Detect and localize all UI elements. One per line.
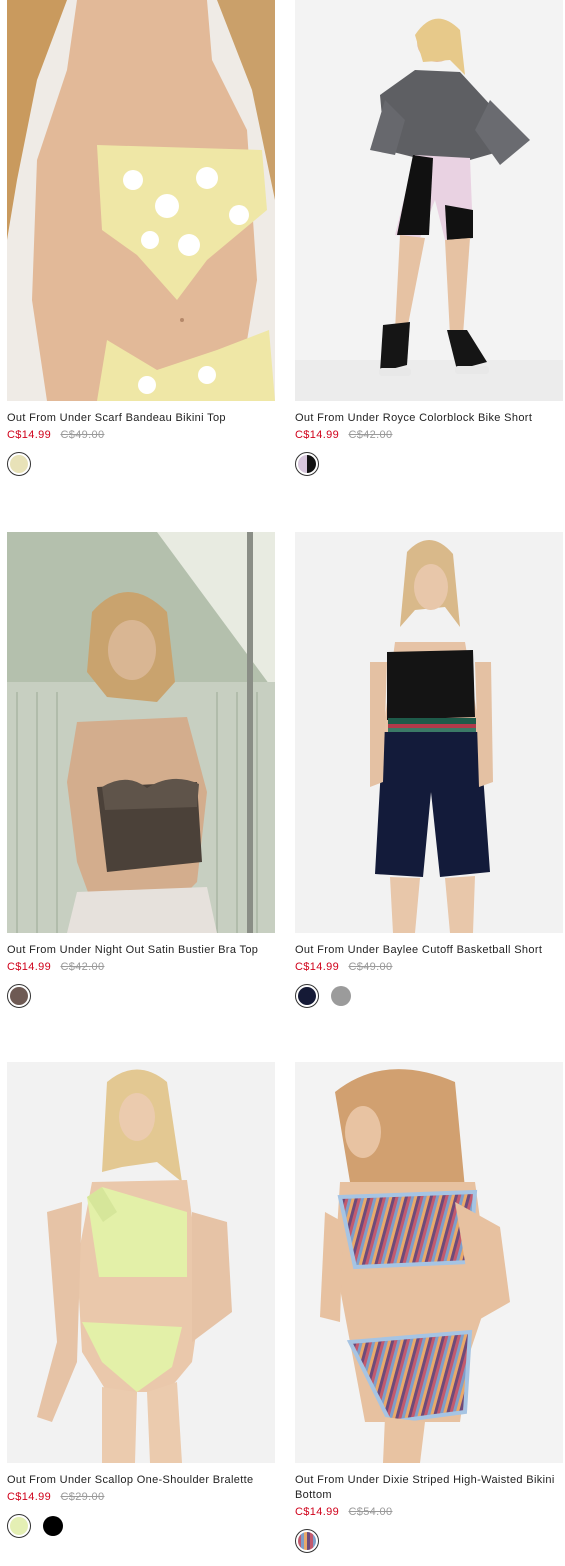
color-swatches	[295, 1528, 563, 1554]
price-row: C$14.99 C$49.00	[7, 428, 275, 442]
color-swatches	[7, 1513, 275, 1539]
sale-price: C$14.99	[295, 429, 340, 441]
price-row: C$14.99 C$49.00	[295, 960, 563, 974]
color-swatch-yellow-polka-dot[interactable]	[7, 452, 31, 476]
original-price: C$54.00	[348, 1506, 393, 1518]
price-row: C$14.99 C$42.00	[295, 428, 563, 442]
original-price: C$49.00	[348, 961, 393, 973]
color-swatch-navy[interactable]	[295, 984, 319, 1008]
color-swatch-black[interactable]	[41, 1514, 65, 1538]
product-card[interactable]: Out From Under Scarf Bandeau Bikini Top …	[7, 0, 275, 477]
product-title[interactable]: Out From Under Dixie Striped High-Waiste…	[295, 1473, 563, 1503]
color-swatch-lilac-black[interactable]	[295, 452, 319, 476]
product-image[interactable]	[295, 0, 563, 401]
product-card[interactable]: Out From Under Baylee Cutoff Basketball …	[295, 532, 563, 1009]
product-card[interactable]: Out From Under Dixie Striped High-Waiste…	[295, 1062, 563, 1554]
color-swatches	[7, 983, 275, 1009]
color-swatch-multi-stripe[interactable]	[295, 1529, 319, 1553]
color-swatches	[295, 983, 563, 1009]
color-swatch-grey[interactable]	[329, 984, 353, 1008]
original-price: C$42.00	[348, 429, 393, 441]
product-title[interactable]: Out From Under Baylee Cutoff Basketball …	[295, 943, 563, 958]
original-price: C$42.00	[60, 961, 105, 973]
product-title[interactable]: Out From Under Night Out Satin Bustier B…	[7, 943, 275, 958]
color-swatches	[7, 451, 275, 477]
color-swatch-lime[interactable]	[7, 1514, 31, 1538]
color-swatches	[295, 451, 563, 477]
sale-price: C$14.99	[295, 961, 340, 973]
product-image[interactable]	[295, 1062, 563, 1463]
price-row: C$14.99 C$29.00	[7, 1490, 275, 1504]
product-title[interactable]: Out From Under Scarf Bandeau Bikini Top	[7, 411, 275, 426]
product-card[interactable]: Out From Under Scallop One-Shoulder Bral…	[7, 1062, 275, 1539]
product-card[interactable]: Out From Under Royce Colorblock Bike Sho…	[295, 0, 563, 477]
product-image[interactable]	[295, 532, 563, 933]
original-price: C$49.00	[60, 429, 105, 441]
product-image[interactable]	[7, 532, 275, 933]
sale-price: C$14.99	[295, 1506, 340, 1518]
original-price: C$29.00	[60, 1491, 105, 1503]
price-row: C$14.99 C$42.00	[7, 960, 275, 974]
product-title[interactable]: Out From Under Scallop One-Shoulder Bral…	[7, 1473, 275, 1488]
sale-price: C$14.99	[7, 429, 52, 441]
price-row: C$14.99 C$54.00	[295, 1505, 563, 1519]
product-title[interactable]: Out From Under Royce Colorblock Bike Sho…	[295, 411, 563, 426]
color-swatch-brown[interactable]	[7, 984, 31, 1008]
product-image[interactable]	[7, 0, 275, 401]
sale-price: C$14.99	[7, 1491, 52, 1503]
product-image[interactable]	[7, 1062, 275, 1463]
sale-price: C$14.99	[7, 961, 52, 973]
product-card[interactable]: Out From Under Night Out Satin Bustier B…	[7, 532, 275, 1009]
